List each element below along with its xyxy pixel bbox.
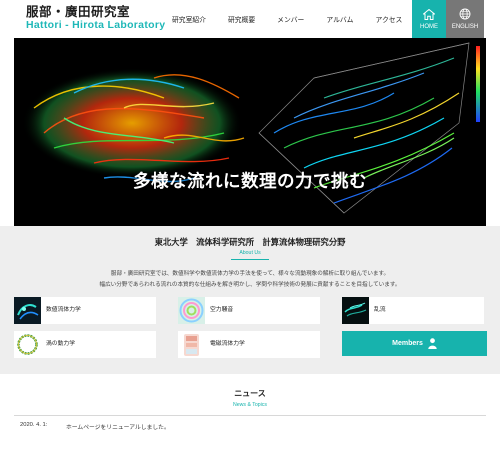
home-label: HOME	[420, 23, 438, 30]
card-label: 数値流体力学	[46, 307, 81, 313]
card-label: 空力騒音	[210, 307, 234, 313]
english-label: ENGLISH	[451, 24, 479, 30]
globe-icon	[459, 8, 471, 20]
about-subtitle: About Us	[239, 250, 261, 256]
turbulence-simulation-image	[22, 42, 480, 214]
about-underline	[231, 259, 269, 260]
nav-members[interactable]: メンバー	[277, 14, 304, 24]
about-text-line: 幅広い分野であらわれる流れの本質的な仕組みを解き明かし、学問や科学技術の発展に貢…	[99, 282, 401, 288]
sound-wave-thumbnail	[178, 297, 205, 324]
nav-lab-intro[interactable]: 研究室紹介	[172, 14, 206, 24]
hero-banner: 多様な流れに数理の力で挑む	[14, 38, 486, 226]
news-subtitle: News & Topics	[233, 402, 267, 408]
card-label: 乱流	[374, 307, 386, 313]
home-icon	[423, 8, 435, 20]
home-button[interactable]: HOME	[412, 0, 446, 38]
card-aeroacoustics[interactable]: 空力騒音	[178, 297, 320, 324]
news-divider	[14, 415, 486, 416]
news-item-link[interactable]: ホームページをリニューアルしました。	[66, 422, 170, 431]
about-text-line: 服部・廣田研究室では、数値科学や数値流体力学の手法を使って、様々な流動現象の解析…	[110, 271, 390, 277]
card-label: 渦の動力学	[46, 341, 75, 347]
members-label: Members	[392, 340, 423, 347]
about-title: 東北大学 流体科学研究所 計算流体物理研究分野	[154, 237, 346, 247]
nav-album[interactable]: アルバム	[326, 14, 353, 24]
card-cfd[interactable]: 数値流体力学	[14, 297, 156, 324]
vortex-ring-thumbnail	[14, 331, 41, 358]
nav-research[interactable]: 研究概要	[228, 14, 255, 24]
card-mhd[interactable]: 電磁流体力学	[178, 331, 320, 358]
nav-access[interactable]: アクセス	[375, 14, 402, 24]
news-date: 2020. 4. 1:	[20, 422, 48, 428]
site-logo[interactable]: 服部・廣田研究室 Hattori - Hirota Laboratory	[26, 4, 165, 31]
main-nav: 研究室紹介 研究概要 メンバー アルバム アクセス	[172, 0, 424, 38]
about-description: 服部・廣田研究室では、数値科学や数値流体力学の手法を使って、様々な流動現象の解析…	[0, 269, 500, 291]
english-button[interactable]: ENGLISH	[446, 0, 484, 38]
news-title: ニュース	[234, 389, 266, 398]
card-label: 電磁流体力学	[210, 341, 245, 347]
plasma-thumbnail	[178, 331, 205, 358]
person-icon	[428, 338, 437, 349]
card-vortex-dynamics[interactable]: 渦の動力学	[14, 331, 156, 358]
logo-japanese: 服部・廣田研究室	[26, 4, 131, 19]
members-button[interactable]: Members	[342, 331, 487, 356]
site-header: 服部・廣田研究室 Hattori - Hirota Laboratory 研究室…	[0, 0, 500, 38]
vortex-thumbnail	[14, 297, 41, 324]
card-turbulence[interactable]: 乱流	[342, 297, 484, 324]
hero-title: 多様な流れに数理の力で挑む	[133, 172, 367, 192]
turbulence-thumbnail	[342, 297, 369, 324]
logo-english: Hattori - Hirota Laboratory	[26, 19, 166, 31]
